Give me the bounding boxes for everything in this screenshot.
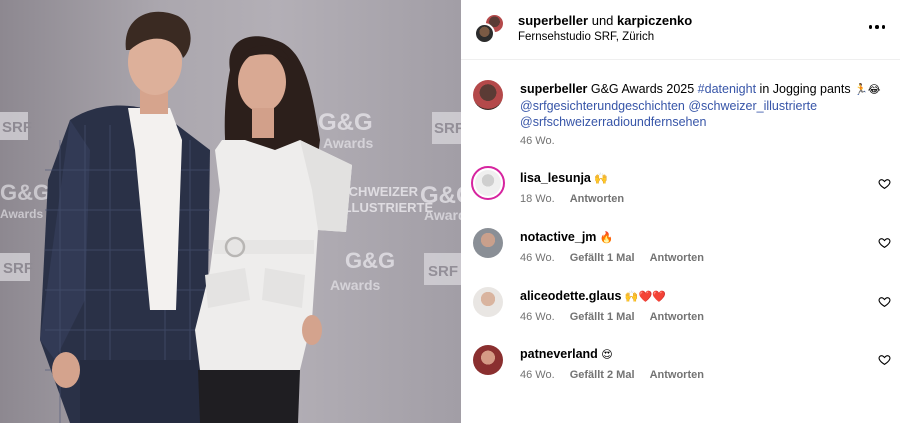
caption-time[interactable]: 46 Wo. [520,135,555,147]
caption-username[interactable]: superbeller [520,82,587,96]
comment-time[interactable]: 46 Wo. [520,311,555,323]
avatar[interactable] [473,228,503,258]
comment-meta: 46 Wo. Gefällt 1 Mal Antworten [520,252,704,264]
caption-text-before: G&G Awards 2025 [590,82,695,96]
comment-meta: 46 Wo. Gefällt 1 Mal Antworten [520,311,704,323]
comment-emoji: 🔥 [599,231,614,244]
svg-text:Awards: Awards [330,277,381,293]
post-authors: superbeller und karpiczenko [518,13,692,28]
reply-button[interactable]: Antworten [570,193,624,205]
photo-illustration: SRF G&G Awards SRF SRF G&G Awards G&G Aw… [0,11,461,423]
man-figure [40,11,210,423]
hashtag-link[interactable]: #datenight [698,82,756,96]
mention-link[interactable]: @srfschweizerradioundfernsehen [520,115,706,129]
mention-link[interactable]: @srfgesichterundgeschichten [520,99,685,113]
svg-text:G&G: G&G [345,248,395,273]
avatar [475,170,501,196]
reply-button[interactable]: Antworten [650,369,704,381]
post-location[interactable]: Fernsehstudio SRF, Zürich [518,31,654,43]
post-detail-panel: superbeller und karpiczenko Fernsehstudi… [461,0,900,423]
svg-text:SRF: SRF [434,120,461,137]
backdrop-logo-schweizer: SCHWEIZER [340,184,419,199]
heart-icon[interactable] [878,295,891,308]
comment-time[interactable]: 46 Wo. [520,369,555,381]
comment-likes[interactable]: Gefällt 1 Mal [570,311,635,323]
authors-joiner: und [591,13,614,28]
comment-likes[interactable]: Gefällt 2 Mal [570,369,635,381]
comment-username[interactable]: patneverland [520,347,598,361]
author-username-1[interactable]: superbeller [518,13,588,28]
avatar[interactable] [473,287,503,317]
comment-time[interactable]: 46 Wo. [520,252,555,264]
reply-button[interactable]: Antworten [650,252,704,264]
avatar[interactable] [473,80,503,110]
post-header: superbeller und karpiczenko Fernsehstudi… [461,0,900,60]
reply-button[interactable]: Antworten [650,311,704,323]
caption-text-after: in Jogging pants [759,82,851,96]
comment-meta: 18 Wo. Antworten [520,193,624,205]
heart-icon[interactable] [878,177,891,190]
comment-likes[interactable]: Gefällt 1 Mal [570,252,635,264]
more-horizontal-icon [868,25,873,29]
svg-text:G&G: G&G [0,180,50,205]
svg-text:SRF: SRF [428,263,458,280]
comment-text: aliceodette.glaus 🙌❤️❤️ [520,288,666,305]
backdrop-logo-illustrierte: ILLUSTRIERTE [340,200,433,215]
backdrop-logo-srf: SRF [2,119,32,136]
comment-emoji: 🙌❤️❤️ [624,290,667,303]
comment-username[interactable]: notactive_jm [520,230,596,244]
comment-meta: 46 Wo. Gefällt 2 Mal Antworten [520,369,704,381]
mention-link[interactable]: @schweizer_illustrierte [688,99,817,113]
avatar-story-ring[interactable] [471,166,505,200]
caption-emojis: 🏃😂 [854,83,881,96]
comment-text: lisa_lesunja 🙌 [520,170,608,187]
comment-username[interactable]: aliceodette.glaus [520,289,621,303]
svg-text:Awards: Awards [0,207,43,221]
comment-emoji: 😍 [601,348,613,361]
author-username-2[interactable]: karpiczenko [617,13,692,28]
heart-icon[interactable] [878,236,891,249]
comment-emoji: 🙌 [594,172,609,185]
comment-text: patneverland 😍 [520,346,613,363]
woman-figure [195,36,352,423]
avatar[interactable] [474,23,495,44]
post-photo[interactable]: SRF G&G Awards SRF SRF G&G Awards G&G Aw… [0,0,461,423]
avatar[interactable] [473,345,503,375]
svg-text:SRF: SRF [3,260,33,277]
caption-text: superbeller G&G Awards 2025 #datenight i… [520,81,892,130]
backdrop-logo-awards: Awards [323,135,374,151]
more-options-button[interactable] [866,17,888,37]
backdrop-logo-gg: G&G [318,109,373,136]
heart-icon[interactable] [878,353,891,366]
comment-username[interactable]: lisa_lesunja [520,171,591,185]
comment-time[interactable]: 18 Wo. [520,193,555,205]
collab-avatars[interactable] [474,13,506,45]
comment-text: notactive_jm 🔥 [520,229,614,246]
